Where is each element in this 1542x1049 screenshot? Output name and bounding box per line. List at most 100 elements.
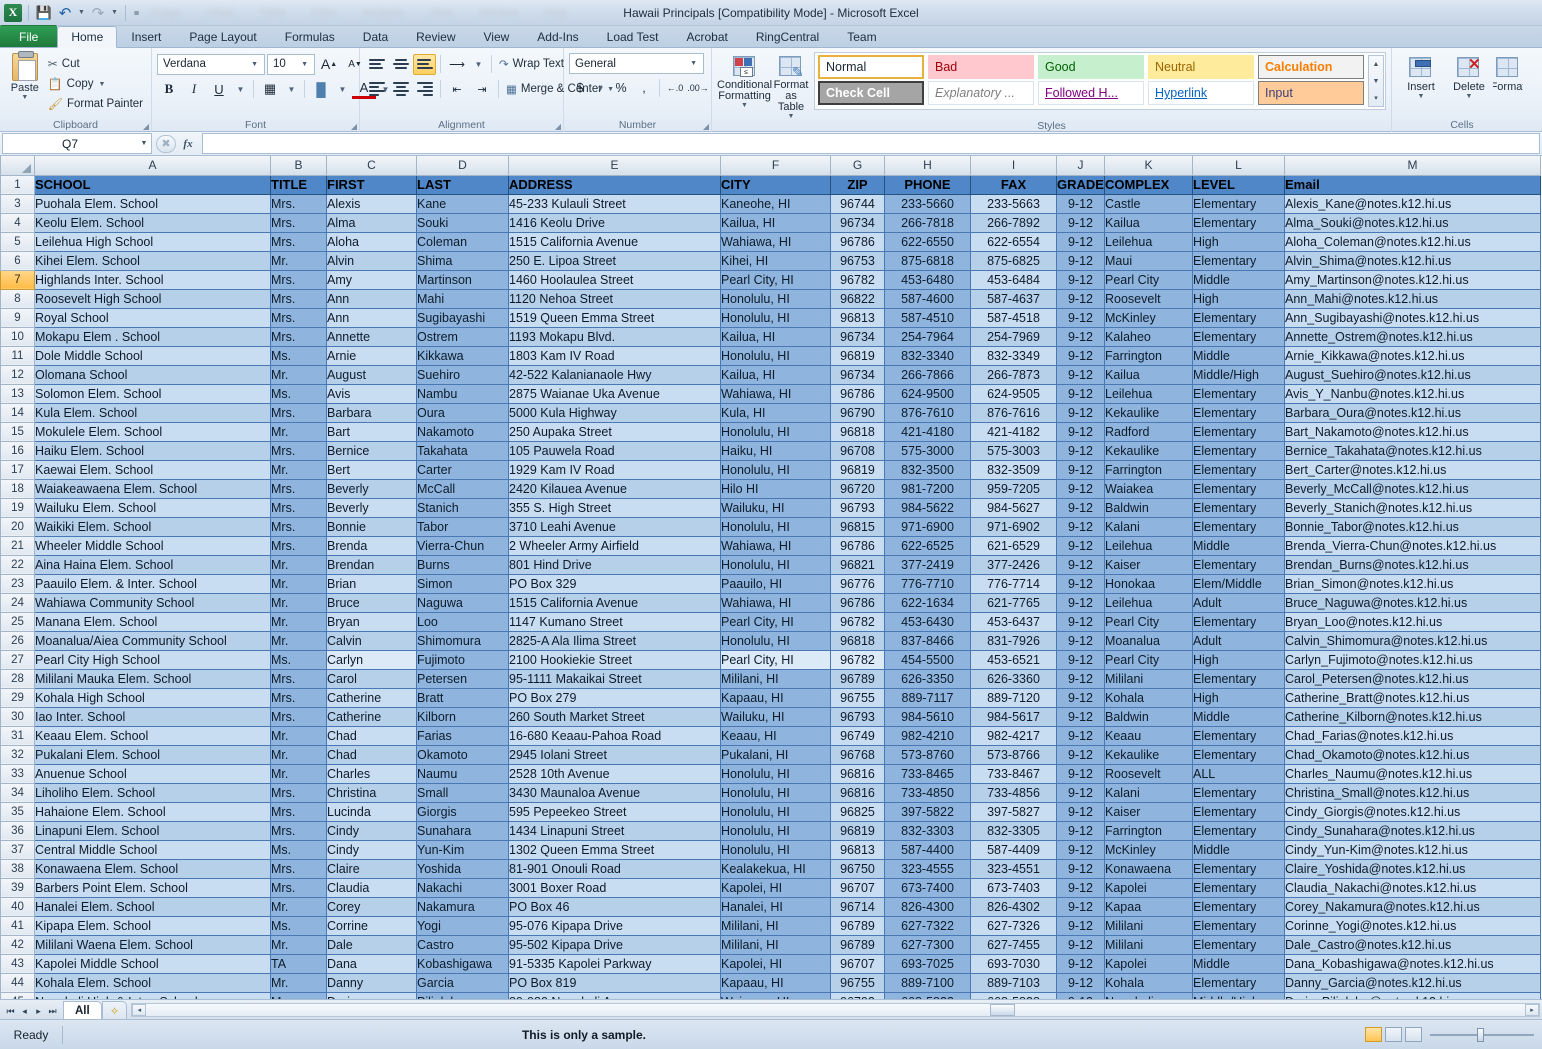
cancel-icon[interactable]: ✖ xyxy=(156,134,176,153)
data-cell[interactable]: 96786 xyxy=(830,231,885,252)
data-cell[interactable]: Barbara_Oura@notes.k12.hi.us xyxy=(1284,402,1541,423)
data-cell[interactable]: Middle xyxy=(1192,269,1285,290)
align-right-button[interactable] xyxy=(413,79,436,100)
data-cell[interactable]: Central Middle School xyxy=(34,839,271,860)
data-cell[interactable]: Kikkawa xyxy=(416,345,509,366)
data-cell[interactable]: Bonnie xyxy=(326,516,417,537)
data-cell[interactable]: Roosevelt xyxy=(1104,288,1193,309)
data-cell[interactable]: Shima xyxy=(416,250,509,271)
data-cell[interactable]: Beverly xyxy=(326,497,417,518)
data-cell[interactable]: Wahiawa, HI xyxy=(720,592,831,613)
paste-button[interactable]: Paste ▼ xyxy=(5,51,45,101)
row-header[interactable]: 10 xyxy=(0,326,35,347)
data-cell[interactable]: Elementary xyxy=(1192,250,1285,271)
data-cell[interactable]: Kohala xyxy=(1104,687,1193,708)
data-cell[interactable]: 96789 xyxy=(830,668,885,689)
table-row[interactable]: 15 Mokulele Elem. School Mr. Bart Nakamoto 25… xyxy=(0,421,1541,442)
data-cell[interactable]: Castle xyxy=(1104,193,1193,214)
data-cell[interactable]: 453-6484 xyxy=(970,269,1057,290)
data-cell[interactable]: Mrs. xyxy=(270,497,327,518)
data-cell[interactable]: 96776 xyxy=(830,573,885,594)
data-cell[interactable]: 16-680 Keaau-Pahoa Road xyxy=(508,725,721,746)
row-header[interactable]: 14 xyxy=(0,402,35,423)
data-cell[interactable]: Mrs. xyxy=(270,269,327,290)
data-cell[interactable]: Mr. xyxy=(270,991,327,999)
data-cell[interactable]: Nakamoto xyxy=(416,421,509,442)
data-cell[interactable]: Solomon Elem. School xyxy=(34,383,271,404)
first-sheet-icon[interactable]: ⏮ xyxy=(4,1004,17,1019)
data-cell[interactable]: Okamoto xyxy=(416,744,509,765)
data-cell[interactable]: 96708 xyxy=(830,440,885,461)
row-header[interactable]: 1 xyxy=(0,174,35,195)
row-header[interactable]: 33 xyxy=(0,763,35,784)
data-cell[interactable]: Alma xyxy=(326,212,417,233)
data-cell[interactable]: Pearl City xyxy=(1104,611,1193,632)
data-cell[interactable]: Carter xyxy=(416,459,509,480)
data-cell[interactable]: Yogi xyxy=(416,915,509,936)
data-cell[interactable]: McKinley xyxy=(1104,839,1193,860)
data-cell[interactable]: Cindy_Giorgis@notes.k12.hi.us xyxy=(1284,801,1541,822)
data-cell[interactable]: 96755 xyxy=(830,972,885,993)
data-cell[interactable]: 595 Pepeekeo Street xyxy=(508,801,721,822)
data-cell[interactable]: Mrs. xyxy=(270,440,327,461)
data-cell[interactable]: Dale xyxy=(326,934,417,955)
data-cell[interactable]: Corey xyxy=(326,896,417,917)
data-cell[interactable]: Beverly_Stanich@notes.k12.hi.us xyxy=(1284,497,1541,518)
data-cell[interactable]: Wahiawa Community School xyxy=(34,592,271,613)
table-row[interactable]: 40 Hanalei Elem. School Mr. Corey Nakamura PO… xyxy=(0,896,1541,917)
data-cell[interactable]: Elementary xyxy=(1192,459,1285,480)
data-cell[interactable]: Naumu xyxy=(416,763,509,784)
data-cell[interactable]: PO Box 819 xyxy=(508,972,721,993)
data-cell[interactable]: Mr. xyxy=(270,744,327,765)
data-cell[interactable]: Ann xyxy=(326,307,417,328)
data-cell[interactable]: Stanich xyxy=(416,497,509,518)
chevron-down-icon[interactable]: ▼ xyxy=(137,140,151,147)
data-cell[interactable]: 96707 xyxy=(830,877,885,898)
data-cell[interactable]: Hilo HI xyxy=(720,478,831,499)
align-bottom-button[interactable] xyxy=(413,53,436,75)
data-cell[interactable]: 832-3305 xyxy=(970,820,1057,841)
percent-format-button[interactable]: % xyxy=(610,78,632,99)
data-cell[interactable]: Middle xyxy=(1192,839,1285,860)
data-cell[interactable]: Fujimoto xyxy=(416,649,509,670)
comma-format-button[interactable]: , xyxy=(633,78,655,99)
row-header[interactable]: 11 xyxy=(0,345,35,366)
column-title-cell[interactable]: SCHOOL xyxy=(34,174,271,195)
data-cell[interactable]: Liholiho Elem. School xyxy=(34,782,271,803)
row-header[interactable]: 30 xyxy=(0,706,35,727)
data-cell[interactable]: Yoshida xyxy=(416,858,509,879)
data-cell[interactable]: 96818 xyxy=(830,421,885,442)
data-cell[interactable]: 587-4409 xyxy=(970,839,1057,860)
data-cell[interactable]: Ms. xyxy=(270,383,327,404)
data-cell[interactable]: 2100 Hookiekie Street xyxy=(508,649,721,670)
data-cell[interactable]: Souki xyxy=(416,212,509,233)
data-cell[interactable]: 9-12 xyxy=(1056,231,1105,252)
cut-button[interactable]: ✂ Cut xyxy=(45,54,146,74)
style-normal[interactable]: Normal xyxy=(818,55,924,79)
data-cell[interactable]: Mr. xyxy=(270,725,327,746)
data-cell[interactable]: 673-7403 xyxy=(970,877,1057,898)
insert-dropdown-arrow-icon[interactable]: ▼ xyxy=(1417,93,1426,100)
data-cell[interactable]: 9-12 xyxy=(1056,763,1105,784)
zoom-thumb[interactable] xyxy=(1477,1027,1484,1042)
data-cell[interactable]: Chad xyxy=(326,744,417,765)
data-cell[interactable]: 831-7926 xyxy=(970,630,1057,651)
data-cell[interactable]: Wahiawa, HI xyxy=(720,231,831,252)
borders-button[interactable]: ▦ xyxy=(258,78,282,100)
cf-dropdown-arrow-icon[interactable]: ▼ xyxy=(740,102,749,109)
data-cell[interactable]: 826-4300 xyxy=(884,896,971,917)
data-cell[interactable]: Elementary xyxy=(1192,801,1285,822)
data-cell[interactable]: 2825-A Ala Ilima Street xyxy=(508,630,721,651)
data-cell[interactable]: Mr. xyxy=(270,972,327,993)
column-header-l[interactable]: L xyxy=(1192,156,1285,176)
currency-dropdown-arrow-icon[interactable]: ▼ xyxy=(592,77,609,99)
table-row[interactable]: 45Nanakuli High & Inter. SchoolMr.DarinP… xyxy=(0,991,1541,999)
decrease-decimal-button[interactable]: .00→ xyxy=(687,78,709,99)
data-cell[interactable]: 776-7710 xyxy=(884,573,971,594)
data-cell[interactable]: 453-6521 xyxy=(970,649,1057,670)
data-cell[interactable]: Charles xyxy=(326,763,417,784)
data-cell[interactable]: Kohala High School xyxy=(34,687,271,708)
data-cell[interactable]: Bernice xyxy=(326,440,417,461)
data-cell[interactable]: Sunahara xyxy=(416,820,509,841)
data-cell[interactable]: Ann_Sugibayashi@notes.k12.hi.us xyxy=(1284,307,1541,328)
